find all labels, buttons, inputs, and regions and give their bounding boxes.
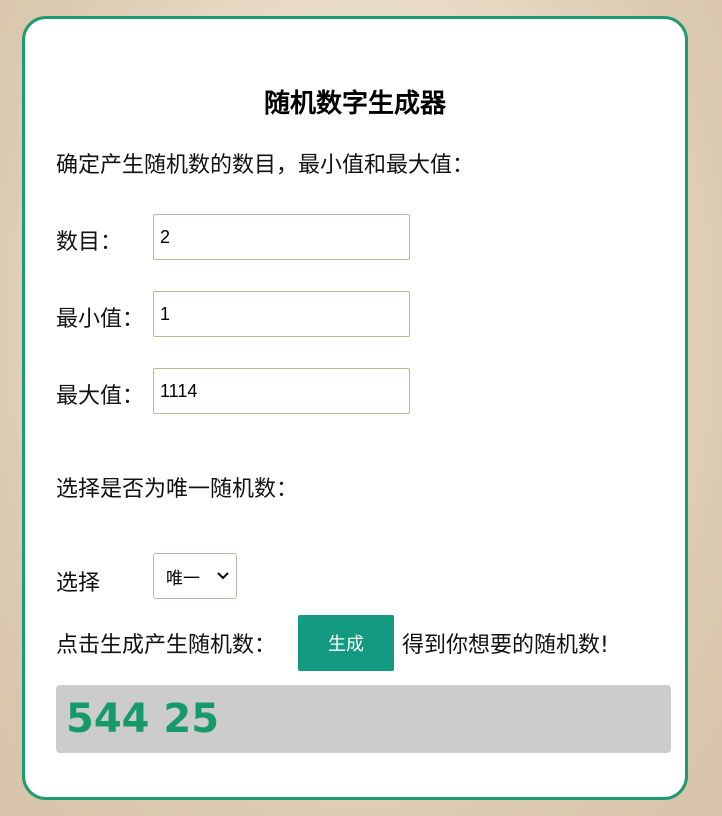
unique-prompt: 选择是否为唯一随机数： [56, 477, 299, 502]
choose-label: 选择 [56, 571, 101, 596]
generate-row: 点击生成产生随机数： 生成 得到你想要的随机数! [56, 615, 609, 671]
generate-button[interactable]: 生成 [298, 615, 395, 671]
min-input[interactable] [153, 291, 410, 337]
max-label: 最大值： [56, 384, 145, 409]
unique-select[interactable]: 唯一 [153, 553, 237, 599]
min-label: 最小值： [56, 307, 145, 332]
instruction-text: 确定产生随机数的数目，最小值和最大值： [56, 153, 475, 178]
count-label: 数目： [56, 230, 123, 255]
unique-select-value: 唯一 [166, 568, 200, 589]
page-title: 随机数字生成器 [263, 89, 446, 119]
generator-card: 随机数字生成器 确定产生随机数的数目，最小值和最大值： 数目： 最小值： 最大值… [22, 16, 688, 800]
generate-suffix: 得到你想要的随机数! [402, 633, 609, 658]
generate-prefix: 点击生成产生随机数： [56, 633, 277, 658]
chevron-down-icon [217, 572, 229, 580]
result-value: 544 25 [66, 696, 220, 742]
count-input[interactable] [153, 214, 410, 260]
max-input[interactable] [153, 368, 410, 414]
result-display: 544 25 [56, 685, 671, 753]
